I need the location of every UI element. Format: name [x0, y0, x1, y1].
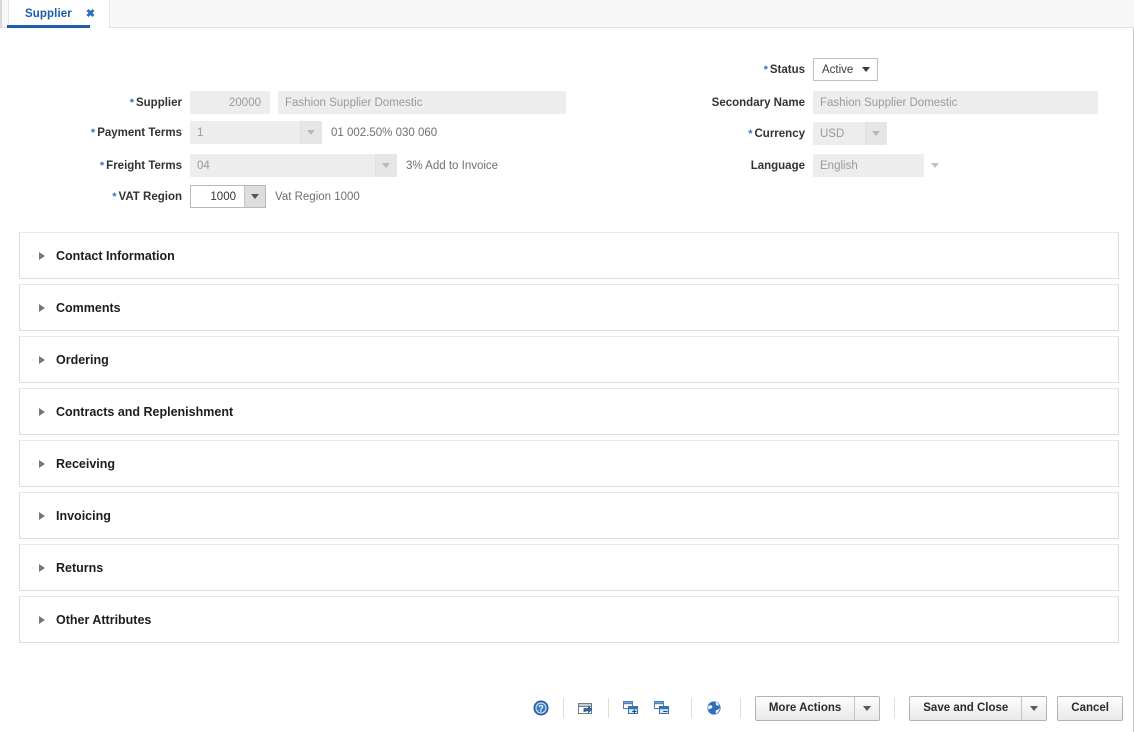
- panel-title: Returns: [56, 560, 104, 575]
- status-select[interactable]: Active: [813, 58, 879, 81]
- panel-receiving[interactable]: Receiving: [19, 440, 1119, 487]
- svg-text:?: ?: [538, 704, 544, 714]
- chevron-right-icon[interactable]: [39, 407, 45, 416]
- chevron-down-icon[interactable]: [375, 154, 397, 177]
- save-and-close-label: Save and Close: [923, 702, 1009, 714]
- chevron-right-icon[interactable]: [39, 355, 45, 364]
- supplier-page: Supplier ✖ * Supplier 20000 Fashion Suppl…: [0, 0, 1134, 732]
- required-marker: *: [129, 96, 134, 109]
- help-icon[interactable]: ?: [529, 696, 553, 720]
- toolbar-separator: [739, 698, 741, 718]
- required-marker: *: [90, 126, 96, 139]
- required-marker: *: [99, 159, 105, 172]
- panel-title: Ordering: [56, 352, 109, 367]
- label-currency: * Currency: [748, 127, 805, 140]
- panel-contracts-and-replenishment[interactable]: Contracts and Replenishment: [19, 388, 1119, 435]
- panel-comments[interactable]: Comments: [19, 284, 1119, 331]
- required-marker: *: [763, 63, 768, 76]
- supplier-form: * Supplier 20000 Fashion Supplier Domesti…: [0, 28, 1134, 228]
- chevron-right-icon[interactable]: [39, 511, 45, 520]
- chevron-right-icon[interactable]: [39, 563, 45, 572]
- chevron-right-icon[interactable]: [39, 459, 45, 468]
- tab-bar: Supplier ✖: [0, 0, 1134, 28]
- chevron-right-icon[interactable]: [39, 615, 45, 624]
- bottom-toolbar: ? More Actions Save and Close Cancel: [0, 684, 1134, 732]
- payment-terms-combo[interactable]: 1: [190, 121, 322, 144]
- secondary-name-field[interactable]: Fashion Supplier Domestic: [813, 91, 1098, 114]
- chevron-down-icon[interactable]: [244, 185, 266, 208]
- tab-bar-left-edge: [0, 0, 2, 28]
- more-actions-button[interactable]: More Actions: [754, 695, 881, 721]
- field-row-freight-terms: * Freight Terms 04 3% Add to Invoice: [0, 154, 570, 177]
- field-row-supplier: * Supplier 20000 Fashion Supplier Domesti…: [0, 91, 570, 114]
- panel-contact-information[interactable]: Contact Information: [19, 232, 1119, 279]
- currency-combo[interactable]: USD: [813, 122, 887, 145]
- toolbar-separator: [562, 698, 564, 718]
- translate-globe-icon[interactable]: [702, 696, 726, 720]
- required-marker: *: [112, 190, 117, 203]
- label-supplier: * Supplier: [129, 96, 182, 109]
- save-and-close-dropdown-toggle[interactable]: [1021, 696, 1046, 720]
- label-secondary-name: Secondary Name: [711, 96, 805, 109]
- field-row-status: * Status Active: [600, 58, 879, 81]
- field-row-payment-terms: * Payment Terms 1 01 002.50% 030 060: [0, 121, 570, 144]
- language-combo[interactable]: English: [813, 154, 946, 177]
- panel-ordering[interactable]: Ordering: [19, 336, 1119, 383]
- panel-title: Comments: [56, 300, 121, 315]
- vat-region-description: Vat Region 1000: [275, 190, 360, 203]
- freight-terms-combo[interactable]: 04: [190, 154, 397, 177]
- panel-title: Invoicing: [56, 508, 111, 523]
- supplier-name-field[interactable]: Fashion Supplier Domestic: [278, 91, 566, 114]
- panel-title: Contracts and Replenishment: [56, 404, 234, 419]
- collapse-all-icon[interactable]: [650, 696, 674, 720]
- close-icon[interactable]: ✖: [86, 8, 95, 20]
- section-panels: Contact Information Comments Ordering Co…: [19, 232, 1119, 648]
- payment-terms-value[interactable]: 1: [190, 121, 300, 144]
- panel-title: Receiving: [56, 456, 116, 471]
- toolbar-separator: [607, 698, 609, 718]
- panel-invoicing[interactable]: Invoicing: [19, 492, 1119, 539]
- toolbar-separator: [690, 698, 692, 718]
- cancel-button[interactable]: Cancel: [1057, 695, 1123, 721]
- expand-all-icon[interactable]: [619, 696, 643, 720]
- chevron-down-icon[interactable]: [862, 67, 871, 72]
- label-status: * Status: [763, 63, 805, 76]
- chevron-down-icon[interactable]: [924, 154, 946, 177]
- label-freight-terms: * Freight Terms: [99, 159, 182, 172]
- freight-terms-value[interactable]: 04: [190, 154, 375, 177]
- tab-supplier[interactable]: Supplier ✖: [8, 0, 111, 28]
- open-in-window-icon[interactable]: [574, 696, 598, 720]
- vat-region-value[interactable]: 1000: [190, 185, 244, 208]
- chevron-right-icon[interactable]: [39, 251, 45, 260]
- more-actions-dropdown-toggle[interactable]: [854, 696, 879, 720]
- chevron-right-icon[interactable]: [39, 303, 45, 312]
- label-payment-terms: * Payment Terms: [90, 126, 182, 139]
- label-vat-region: * VAT Region: [112, 190, 182, 203]
- label-language: Language: [750, 159, 805, 172]
- chevron-down-icon[interactable]: [865, 122, 887, 145]
- cancel-label: Cancel: [1071, 702, 1109, 714]
- payment-terms-description: 01 002.50% 030 060: [331, 126, 438, 139]
- chevron-down-icon[interactable]: [300, 121, 322, 144]
- panel-returns[interactable]: Returns: [19, 544, 1119, 591]
- save-and-close-button[interactable]: Save and Close: [909, 695, 1048, 721]
- field-row-language: Language English: [600, 154, 946, 177]
- panel-title: Other Attributes: [56, 612, 152, 627]
- supplier-id-field[interactable]: 20000: [190, 91, 270, 114]
- toolbar-separator: [894, 698, 896, 718]
- field-row-secondary-name: Secondary Name Fashion Supplier Domestic: [600, 91, 1098, 114]
- required-marker: *: [748, 127, 753, 140]
- freight-terms-description: 3% Add to Invoice: [406, 159, 499, 172]
- field-row-vat-region: * VAT Region 1000 Vat Region 1000: [0, 185, 570, 208]
- vat-region-combo[interactable]: 1000: [190, 185, 266, 208]
- currency-value[interactable]: USD: [813, 122, 865, 145]
- language-value[interactable]: English: [813, 154, 924, 177]
- panel-other-attributes[interactable]: Other Attributes: [19, 596, 1119, 643]
- panel-title: Contact Information: [56, 248, 175, 263]
- field-row-currency: * Currency USD: [600, 122, 887, 145]
- tab-supplier-label: Supplier: [25, 8, 72, 20]
- status-value: Active: [822, 63, 854, 76]
- more-actions-label: More Actions: [768, 702, 842, 714]
